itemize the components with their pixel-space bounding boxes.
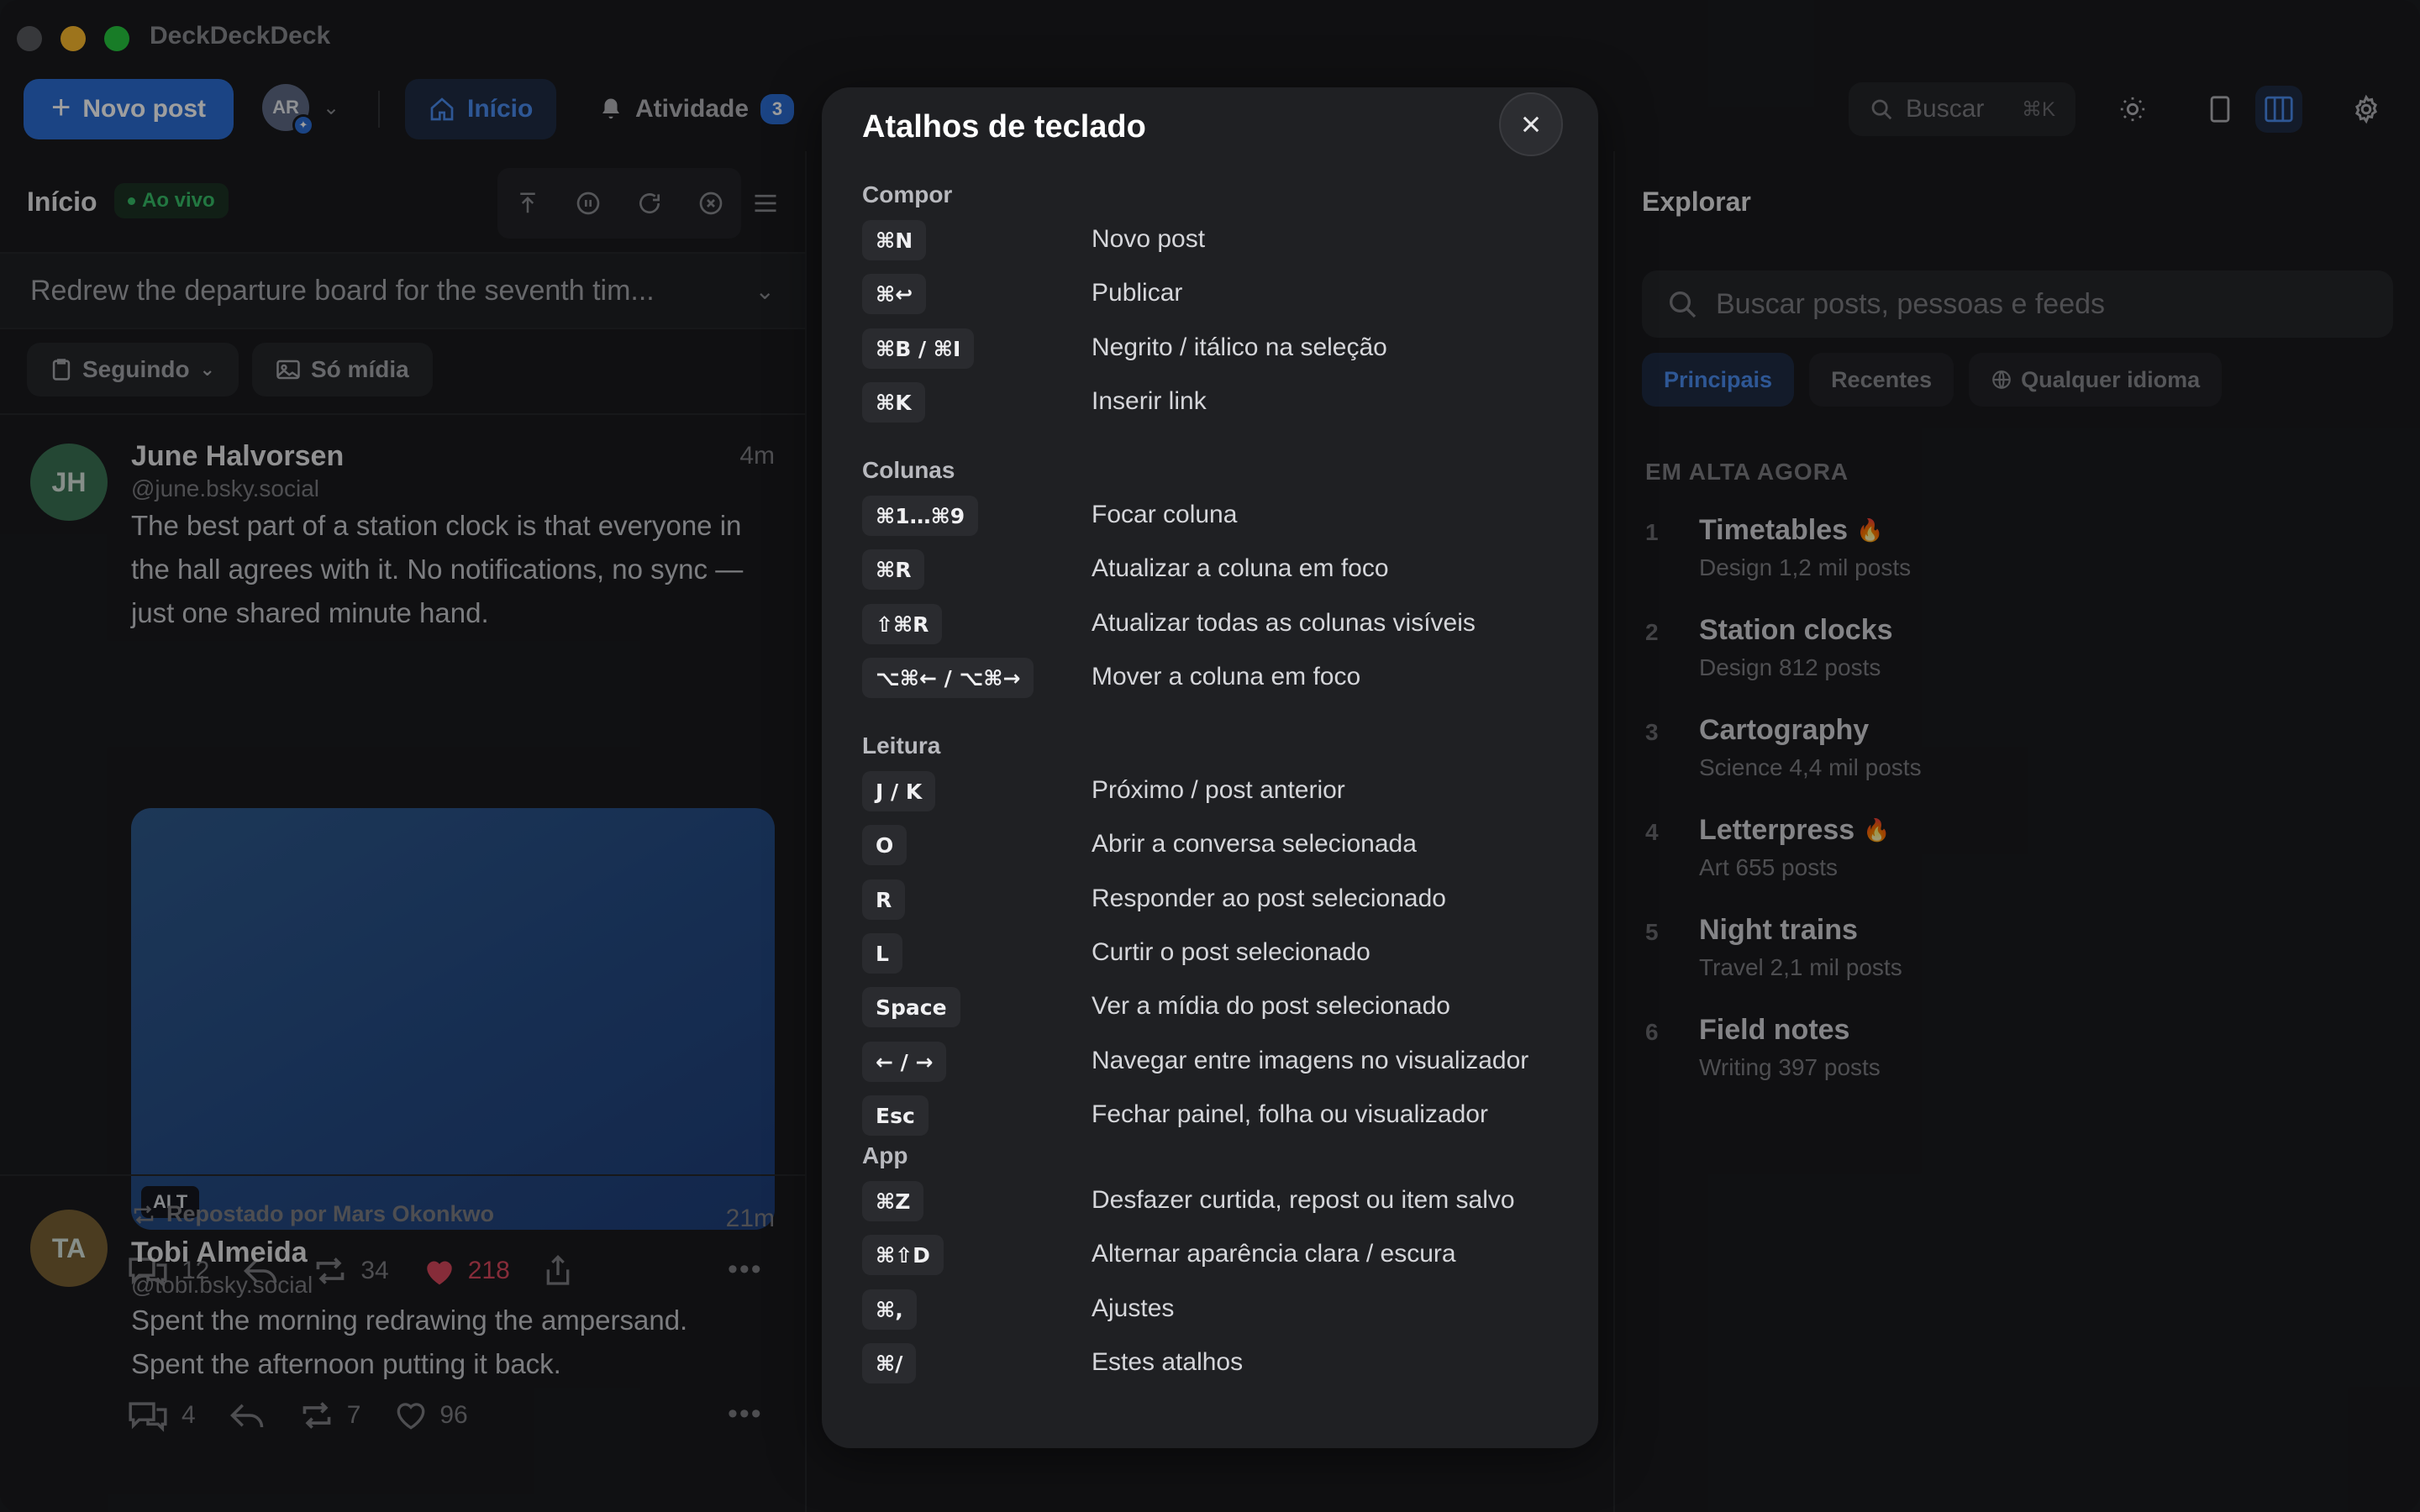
shortcut-row: O Abrir a conversa selecionada: [862, 825, 1568, 867]
shortcut-key: ⌘K: [862, 382, 925, 423]
shortcut-row: J / K Próximo / post anterior: [862, 771, 1568, 813]
shortcut-row: ⌥⌘← / ⌥⌘→ Mover a coluna em foco: [862, 658, 1568, 700]
app-window: DeckDeckDeck + Novo post AR ✦ ⌄ Início A…: [0, 0, 2420, 1512]
shortcut-description: Abrir a conversa selecionada: [1092, 830, 1417, 858]
shortcut-row: ⌘N Novo post: [862, 220, 1568, 262]
shortcut-row: ⌘↩ Publicar: [862, 274, 1568, 316]
shortcut-row: ⌘/ Estes atalhos: [862, 1343, 1568, 1385]
shortcut-row: ⌘⇧D Alternar aparência clara / escura: [862, 1235, 1568, 1277]
shortcut-key: ⌘⇧D: [862, 1235, 944, 1275]
shortcut-key: Esc: [862, 1095, 929, 1136]
shortcut-section-title: Compor: [862, 181, 953, 207]
shortcut-key: J / K: [862, 771, 936, 811]
shortcut-row: ⌘Z Desfazer curtida, repost ou item salvo: [862, 1181, 1568, 1223]
shortcut-row: ⌘1…⌘9 Focar coluna: [862, 496, 1568, 538]
shortcut-key: ⇧⌘R: [862, 604, 943, 644]
shortcut-description: Desfazer curtida, repost ou item salvo: [1092, 1186, 1515, 1214]
shortcut-key: ⌘,: [862, 1289, 917, 1330]
shortcut-row: ⌘R Atualizar a coluna em foco: [862, 549, 1568, 591]
shortcut-description: Alternar aparência clara / escura: [1092, 1240, 1456, 1268]
shortcut-key: L: [862, 933, 902, 974]
shortcut-description: Publicar: [1092, 279, 1183, 307]
shortcut-section-title: App: [862, 1142, 908, 1168]
shortcut-description: Próximo / post anterior: [1092, 776, 1345, 804]
shortcut-description: Fechar painel, folha ou visualizador: [1092, 1100, 1488, 1128]
shortcut-description: Navegar entre imagens no visualizador: [1092, 1047, 1529, 1074]
shortcut-row: L Curtir o post selecionado: [862, 933, 1568, 975]
shortcut-key: ⌘B / ⌘I: [862, 328, 975, 369]
close-icon: [1523, 116, 1539, 133]
shortcut-row: Esc Fechar painel, folha ou visualizador: [862, 1095, 1568, 1137]
shortcut-description: Estes atalhos: [1092, 1348, 1244, 1376]
shortcut-description: Inserir link: [1092, 387, 1207, 415]
shortcut-row: ⌘B / ⌘I Negrito / itálico na seleção: [862, 328, 1568, 370]
shortcut-row: ← / → Navegar entre imagens no visualizad…: [862, 1042, 1568, 1084]
shortcut-key: R: [862, 879, 906, 920]
shortcut-row: ⌘K Inserir link: [862, 382, 1568, 424]
shortcut-description: Negrito / itálico na seleção: [1092, 333, 1387, 361]
shortcut-description: Mover a coluna em foco: [1092, 663, 1361, 690]
shortcut-description: Novo post: [1092, 225, 1206, 253]
shortcut-row: Space Ver a mídia do post selecionado: [862, 987, 1568, 1029]
shortcut-key: ⌘N: [862, 220, 927, 260]
shortcut-key: ⌘R: [862, 549, 925, 590]
shortcut-key: ⌥⌘← / ⌥⌘→: [862, 658, 1034, 698]
shortcut-key: ⌘Z: [862, 1181, 924, 1221]
shortcut-key: O: [862, 825, 908, 865]
shortcut-description: Atualizar a coluna em foco: [1092, 554, 1389, 582]
shortcut-section-title: Leitura: [862, 732, 941, 759]
close-dialog-button[interactable]: [1499, 92, 1563, 156]
shortcut-description: Responder ao post selecionado: [1092, 885, 1446, 912]
shortcut-key: ⌘↩: [862, 274, 927, 314]
shortcut-row: ⇧⌘R Atualizar todas as colunas visíveis: [862, 604, 1568, 646]
dialog-title: Atalhos de teclado: [862, 109, 1146, 144]
shortcut-key: ← / →: [862, 1042, 947, 1082]
shortcut-key: ⌘/: [862, 1343, 917, 1383]
shortcut-description: Curtir o post selecionado: [1092, 938, 1370, 966]
shortcut-description: Focar coluna: [1092, 501, 1238, 528]
shortcut-row: ⌘, Ajustes: [862, 1289, 1568, 1331]
keyboard-shortcuts-dialog: Atalhos de teclado Compor ⌘N Novo post ⌘↩ Pu…: [822, 87, 1598, 1448]
shortcut-description: Ajustes: [1092, 1294, 1175, 1322]
shortcut-row: R Responder ao post selecionado: [862, 879, 1568, 921]
shortcut-key: Space: [862, 987, 960, 1027]
shortcut-section-title: Colunas: [862, 457, 955, 483]
shortcut-key: ⌘1…⌘9: [862, 496, 979, 536]
shortcut-description: Ver a mídia do post selecionado: [1092, 992, 1450, 1020]
shortcut-description: Atualizar todas as colunas visíveis: [1092, 609, 1476, 637]
